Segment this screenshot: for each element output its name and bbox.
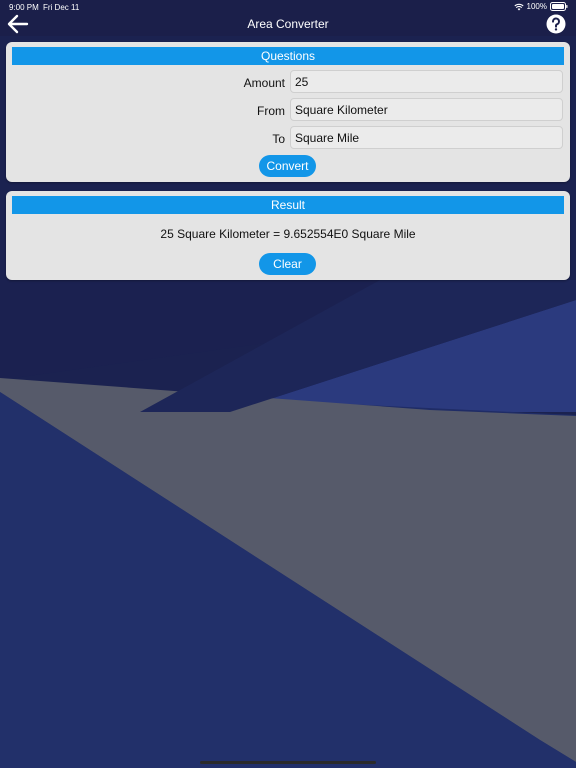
status-date: Fri Dec 11 xyxy=(43,3,80,12)
help-button[interactable] xyxy=(546,14,566,34)
clear-button[interactable]: Clear xyxy=(259,253,316,275)
page-title: Area Converter xyxy=(247,17,329,31)
status-indicators: 100% xyxy=(513,2,568,11)
battery-percent: 100% xyxy=(526,2,547,11)
from-field[interactable]: Square Kilometer xyxy=(290,98,563,121)
to-field[interactable]: Square Mile xyxy=(290,126,563,149)
wifi-icon xyxy=(513,3,524,11)
status-time: 9:00 PM xyxy=(9,3,39,12)
result-panel: Result 25 Square Kilometer = 9.652554E0 … xyxy=(6,191,570,280)
questions-header: Questions xyxy=(12,47,564,65)
amount-label: Amount xyxy=(243,76,285,90)
top-bar: 9:00 PM Fri Dec 11 100% Area Converter xyxy=(0,0,576,36)
to-label: To xyxy=(272,132,285,146)
question-circle-icon xyxy=(546,14,566,38)
questions-panel: Questions Amount 25 From Square Kilomete… xyxy=(6,42,570,182)
result-text: 25 Square Kilometer = 9.652554E0 Square … xyxy=(160,227,416,241)
from-label: From xyxy=(257,104,285,118)
convert-button[interactable]: Convert xyxy=(259,155,316,177)
result-header: Result xyxy=(12,196,564,214)
home-indicator xyxy=(200,761,376,764)
amount-field[interactable]: 25 xyxy=(290,70,563,93)
battery-icon xyxy=(550,2,568,11)
